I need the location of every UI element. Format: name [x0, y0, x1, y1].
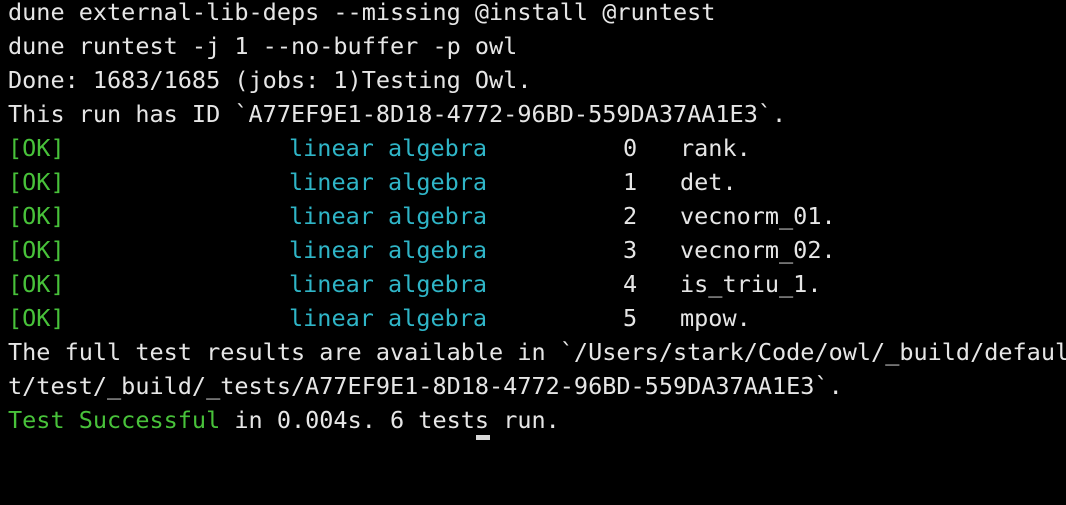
text-cursor	[476, 435, 490, 440]
test-index: 2	[623, 202, 638, 230]
summary-detail: in 0.004s. 6 tests run.	[220, 406, 560, 434]
test-row: [OK] linear algebra 4 is_triu_1.	[8, 267, 821, 301]
test-index: 4	[623, 270, 638, 298]
test-status: [OK]	[8, 270, 65, 298]
test-name: vecnorm_01.	[680, 202, 836, 230]
test-row: [OK] linear algebra 2 vecnorm_01.	[8, 199, 836, 233]
test-name: rank.	[680, 134, 751, 162]
test-index: 0	[623, 134, 638, 162]
summary-line: Test Successful in 0.004s. 6 tests run.	[8, 403, 560, 437]
test-name: is_triu_1.	[680, 270, 822, 298]
test-suite: linear algebra	[289, 202, 488, 230]
test-status: [OK]	[8, 202, 65, 230]
test-row: [OK] linear algebra 5 mpow.	[8, 301, 751, 335]
test-suite: linear algebra	[289, 168, 488, 196]
test-name: det.	[680, 168, 737, 196]
test-status: [OK]	[8, 304, 65, 332]
test-row: [OK] linear algebra 1 det.	[8, 165, 737, 199]
test-index: 3	[623, 236, 638, 264]
command-line: dune runtest -j 1 --no-buffer -p owl	[8, 32, 518, 60]
results-path-line: The full test results are available in `…	[8, 338, 1066, 366]
test-suite: linear algebra	[289, 134, 488, 162]
test-status: [OK]	[8, 168, 65, 196]
terminal-window[interactable]: dune external-lib-deps --missing @instal…	[8, 0, 1066, 440]
command-line: dune external-lib-deps --missing @instal…	[8, 0, 716, 26]
test-status: [OK]	[8, 236, 65, 264]
test-index: 1	[623, 168, 638, 196]
success-text: Test Successful	[8, 406, 221, 434]
test-name: vecnorm_02.	[680, 236, 836, 264]
test-status: [OK]	[8, 134, 65, 162]
test-suite: linear algebra	[289, 304, 488, 332]
test-suite: linear algebra	[289, 270, 488, 298]
test-suite: linear algebra	[289, 236, 488, 264]
test-row: [OK] linear algebra 0 rank.	[8, 131, 751, 165]
test-index: 5	[623, 304, 638, 332]
test-name: mpow.	[680, 304, 751, 332]
build-progress: Done: 1683/1685 (jobs: 1)Testing Owl.	[8, 66, 532, 94]
test-row: [OK] linear algebra 3 vecnorm_02.	[8, 233, 836, 267]
results-path-line: t/test/_build/_tests/A77EF9E1-8D18-4772-…	[8, 372, 843, 400]
run-id-line: This run has ID `A77EF9E1-8D18-4772-96BD…	[8, 100, 787, 128]
